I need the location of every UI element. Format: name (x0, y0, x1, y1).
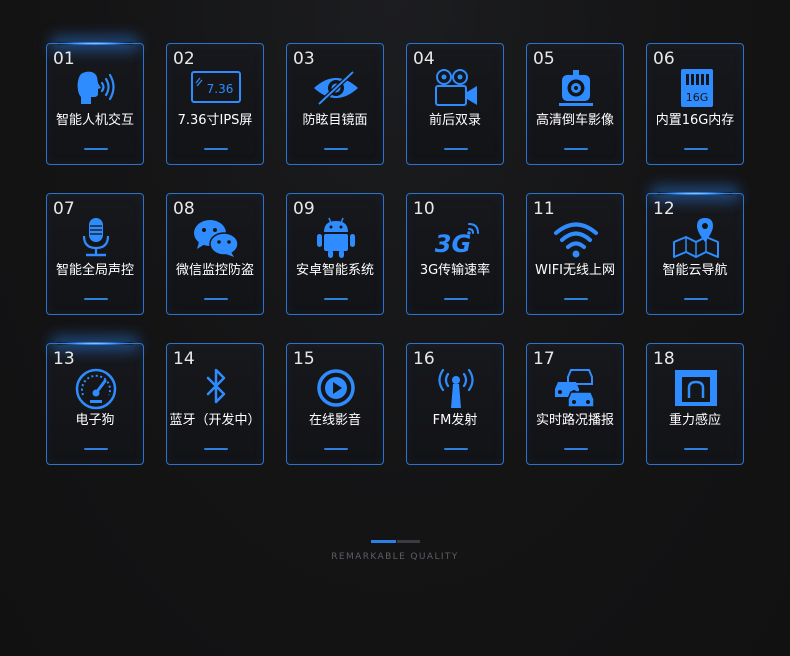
feature-card-anti-glare: 03 防眩目镜面 (286, 43, 384, 165)
card-divider (684, 148, 708, 150)
card-label: 高清倒车影像 (535, 113, 614, 128)
card-label: 在线影音 (308, 413, 361, 428)
card-divider (324, 448, 348, 450)
card-divider (84, 148, 108, 150)
wifi-icon (551, 216, 601, 260)
screen-icon: 7.36 (191, 66, 241, 110)
3g-icon: 3G (431, 216, 481, 260)
feature-card-traffic: 17 实时路况播报 (526, 343, 624, 465)
card-divider (444, 148, 468, 150)
feature-card-online-media: 15 在线影音 (286, 343, 384, 465)
feature-card-voice-control: 07 智能全局声控 (46, 193, 144, 315)
map-pin-icon (671, 216, 721, 260)
video-camera-icon (431, 66, 481, 110)
card-label: 智能云导航 (662, 263, 728, 278)
card-label: 7.36寸IPS屏 (177, 113, 253, 128)
memory-capacity-text: 16G (686, 91, 709, 104)
traffic-cars-icon (551, 366, 601, 410)
card-divider (564, 298, 588, 300)
card-divider (324, 298, 348, 300)
gravity-sensor-icon (671, 366, 721, 410)
footer-tagline: REMARKABLE QUALITY (331, 552, 459, 562)
card-label: 安卓智能系统 (295, 263, 374, 278)
feature-card-wechat-monitor: 08 微信监控防盗 (166, 193, 264, 315)
feature-card-gravity-sensor: 18 重力感应 (646, 343, 744, 465)
card-label: 实时路况播报 (535, 413, 614, 428)
card-divider (564, 148, 588, 150)
card-label: 微信监控防盗 (175, 263, 254, 278)
card-label: 前后双录 (428, 113, 481, 128)
card-divider (204, 148, 228, 150)
card-label: 3G传输速率 (419, 263, 491, 278)
card-divider (684, 298, 708, 300)
footer-accent-bar (371, 540, 420, 543)
feature-card-cloud-navigation: 12 智能云导航 (646, 192, 744, 315)
feature-card-memory: 06 16G 内置16G内存 (646, 43, 744, 165)
wechat-icon (191, 216, 241, 260)
anti-glare-eye-icon (311, 66, 361, 110)
card-divider (204, 448, 228, 450)
feature-card-3g: 10 3G 3G传输速率 (406, 193, 504, 315)
feature-card-wifi: 11 WIFI无线上网 (526, 193, 624, 315)
speedometer-icon (71, 366, 121, 410)
3g-text: 3G (435, 230, 471, 258)
card-divider (444, 448, 468, 450)
accent-segment (371, 540, 396, 543)
screen-size-text: 7.36 (207, 82, 234, 96)
feature-card-rear-camera: 05 高清倒车影像 (526, 43, 624, 165)
card-divider (684, 448, 708, 450)
muted-segment (397, 540, 420, 543)
rear-camera-icon (551, 66, 601, 110)
card-label: 智能全局声控 (55, 263, 134, 278)
feature-card-voice-interaction: 01 智能人机交互 (46, 42, 144, 165)
card-label: 内置16G内存 (655, 113, 735, 128)
card-label: 智能人机交互 (55, 113, 134, 128)
fm-antenna-icon (431, 366, 481, 410)
feature-card-dual-recording: 04 前后双录 (406, 43, 504, 165)
card-divider (204, 298, 228, 300)
play-icon (311, 366, 361, 410)
memory-card-icon: 16G (671, 66, 721, 110)
android-icon (311, 216, 361, 260)
card-label: 防眩目镜面 (302, 113, 368, 128)
feature-card-ips-screen: 02 7.36 7.36寸IPS屏 (166, 43, 264, 165)
card-divider (564, 448, 588, 450)
feature-card-radar-detector: 13 电子狗 (46, 342, 144, 465)
card-label: 重力感应 (668, 413, 721, 428)
features-page: 01 智能人机交互 02 7.36 7.36寸IPS屏 03 防眩目镜面 04 … (0, 0, 790, 656)
card-label: 蓝牙（开发中） (169, 413, 261, 428)
bluetooth-icon (191, 366, 241, 410)
card-divider (444, 298, 468, 300)
card-label: FM发射 (432, 413, 478, 428)
voice-head-icon (71, 66, 121, 110)
card-divider (84, 298, 108, 300)
feature-card-bluetooth: 14 蓝牙（开发中） (166, 343, 264, 465)
card-label: WIFI无线上网 (535, 263, 615, 278)
card-divider (324, 148, 348, 150)
microphone-icon (71, 216, 121, 260)
feature-card-android: 09 安卓智能系统 (286, 193, 384, 315)
feature-card-fm: 16 FM发射 (406, 343, 504, 465)
feature-grid: 01 智能人机交互 02 7.36 7.36寸IPS屏 03 防眩目镜面 04 … (46, 42, 746, 465)
card-divider (84, 448, 108, 450)
card-label: 电子狗 (75, 413, 115, 428)
